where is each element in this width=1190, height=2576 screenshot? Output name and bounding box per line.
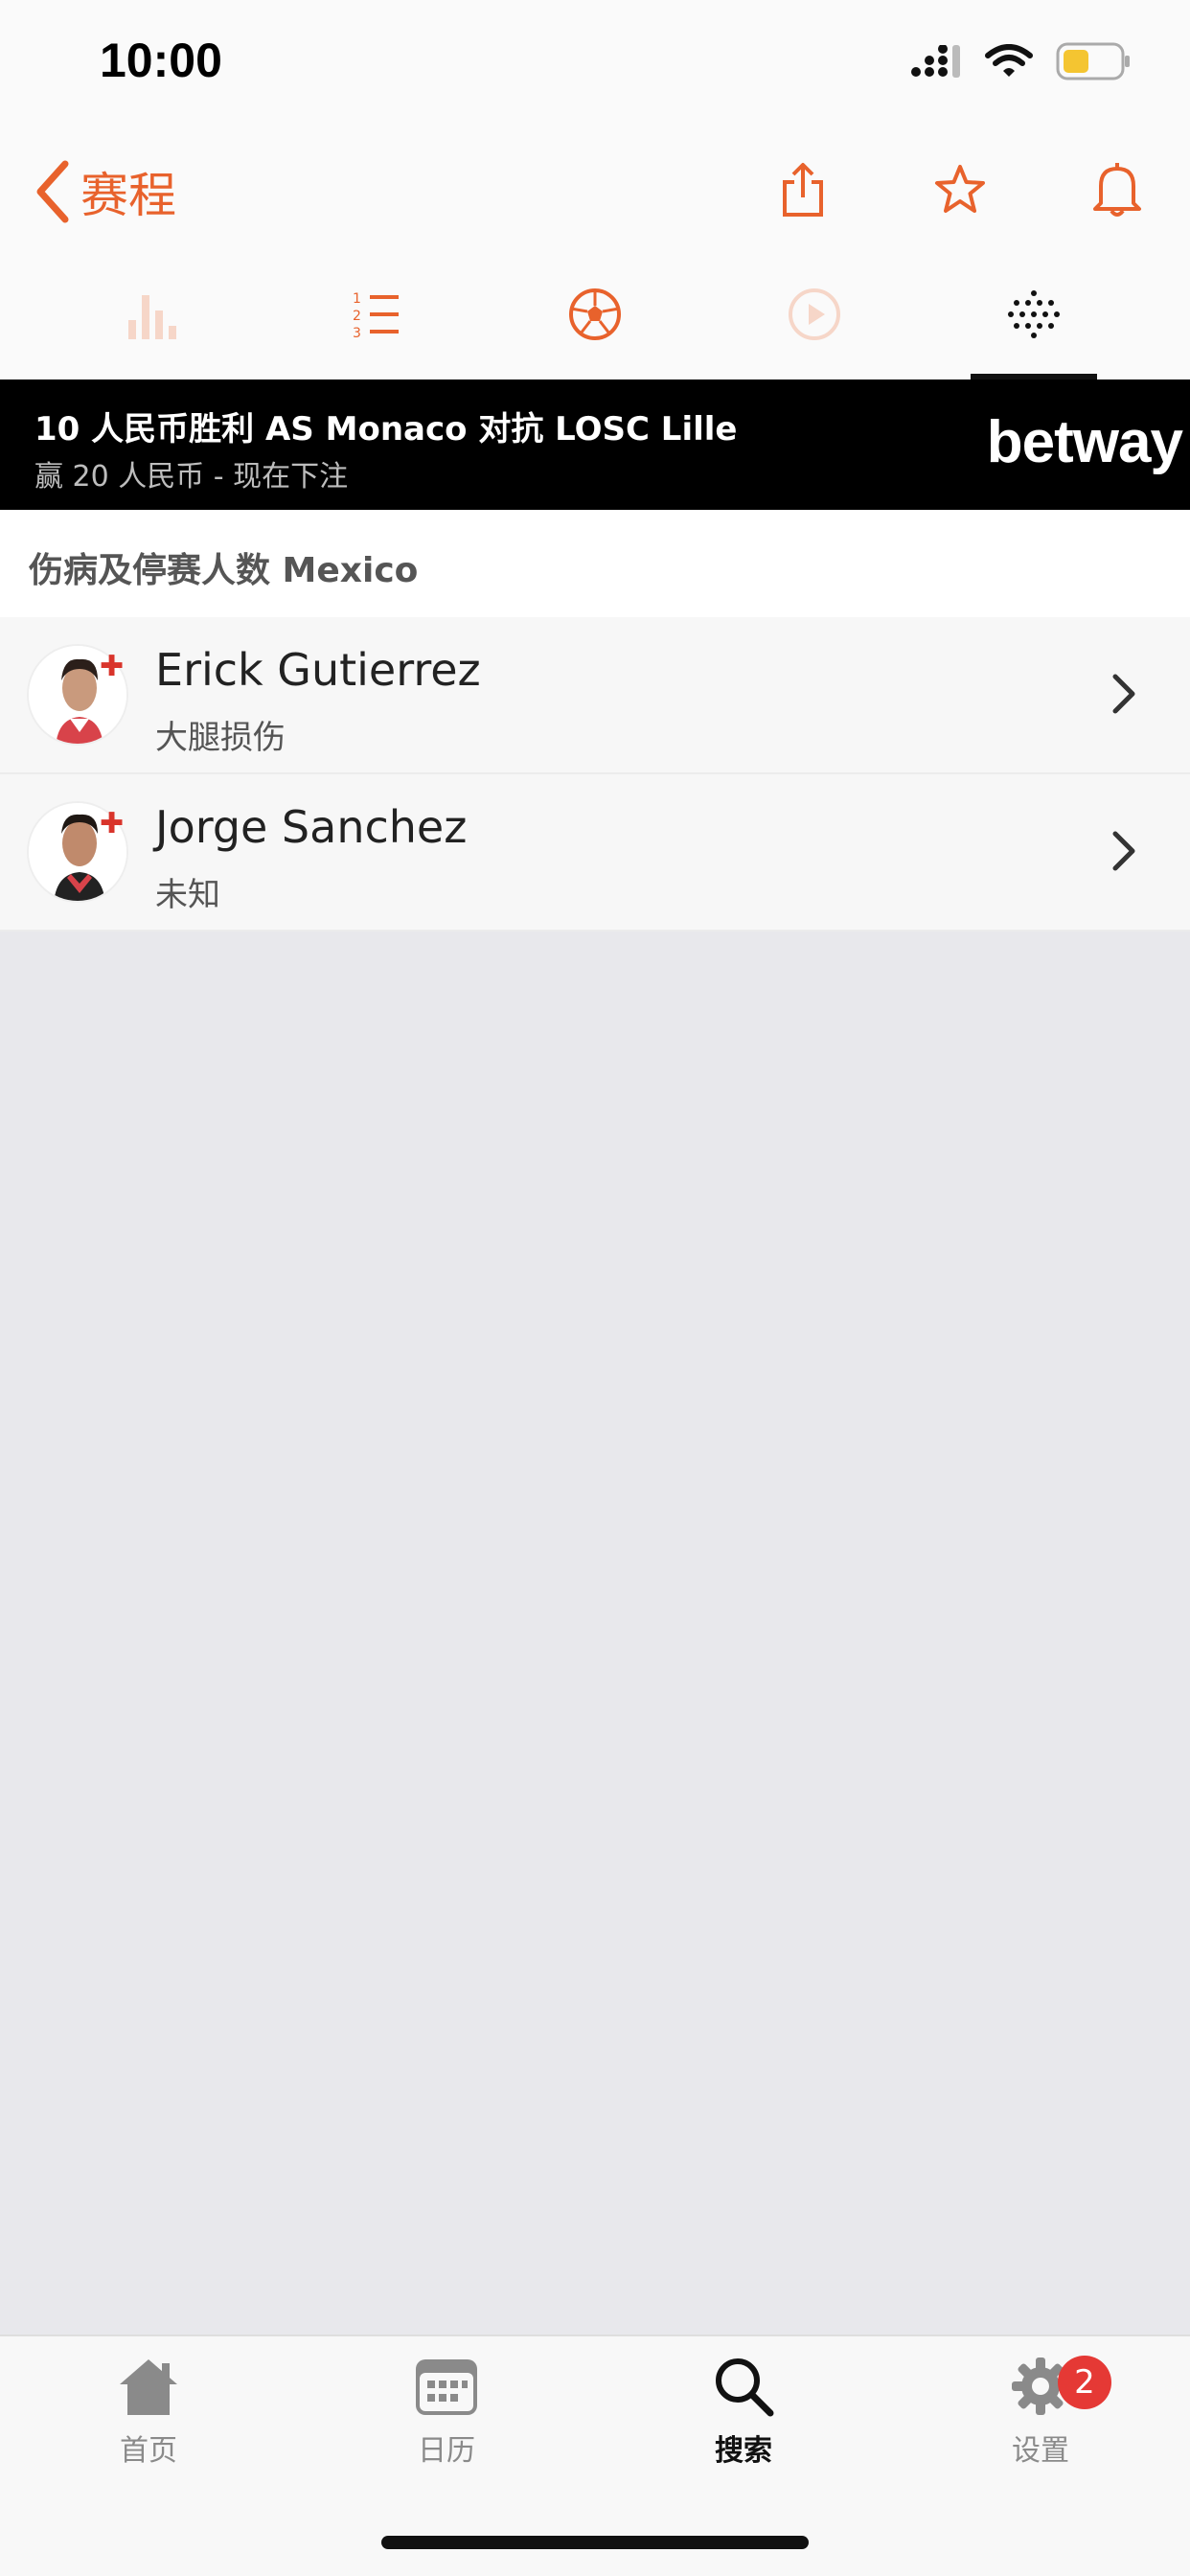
injuries-section-header: 伤病及停赛人数 Mexico <box>0 510 1190 617</box>
svg-text:2: 2 <box>353 309 361 324</box>
soccer-ball-icon <box>569 288 621 340</box>
svg-text:1: 1 <box>353 291 361 307</box>
svg-text:3: 3 <box>353 326 361 339</box>
favorite-button[interactable] <box>926 155 995 224</box>
tab-label: 设置 <box>1012 2434 1069 2468</box>
status-icons <box>910 42 1133 80</box>
injured-players-list: ✚ Erick Gutierrez 大腿损伤 ✚ Jorge Sanchez 未… <box>0 617 1190 932</box>
standings-list-icon: 1 2 3 <box>353 291 399 339</box>
battery-icon <box>1056 42 1130 80</box>
betway-logo: betway <box>986 409 1183 475</box>
list-item[interactable]: ✚ Jorge Sanchez 未知 <box>0 774 1190 932</box>
back-button[interactable]: 赛程 <box>33 157 176 226</box>
notifications-button[interactable] <box>1083 155 1152 224</box>
injury-status: 未知 <box>155 876 220 914</box>
tab-calendar[interactable]: 日历 <box>351 2356 542 2499</box>
ad-title: 10 人民币胜利 AS Monaco 对抗 LOSC Lille <box>34 410 738 448</box>
calendar-icon <box>416 2359 477 2415</box>
injury-cross-icon: ✚ <box>100 807 125 840</box>
share-button[interactable] <box>768 155 837 224</box>
cellular-signal-icon <box>911 45 960 78</box>
list-item[interactable]: ✚ Erick Gutierrez 大腿损伤 <box>0 617 1190 774</box>
navigation-bar: 赛程 <box>0 134 1190 249</box>
tab-standings[interactable]: 1 2 3 <box>266 249 487 380</box>
player-name: Jorge Sanchez <box>155 801 468 853</box>
tab-settings[interactable]: 2 设置 <box>945 2356 1136 2499</box>
nav-actions <box>768 155 1152 224</box>
tab-label: 搜索 <box>715 2434 772 2468</box>
tab-lineups[interactable] <box>924 249 1144 380</box>
home-indicator[interactable] <box>381 2536 809 2549</box>
tab-search[interactable]: 搜索 <box>648 2356 839 2499</box>
bell-icon <box>1093 163 1141 217</box>
stats-bar-chart-icon <box>128 295 176 339</box>
player-name: Erick Gutierrez <box>155 644 481 696</box>
home-icon <box>120 2359 177 2415</box>
section-title: 伤病及停赛人数 Mexico <box>29 551 419 590</box>
chevron-right-icon <box>1112 831 1135 871</box>
tab-home[interactable]: 首页 <box>53 2356 244 2499</box>
tab-label: 日历 <box>418 2434 475 2468</box>
chevron-right-icon <box>1112 674 1135 714</box>
ad-subtitle: 赢 20 人民币 - 现在下注 <box>34 460 349 494</box>
match-tab-bar: 1 2 3 <box>0 249 1190 380</box>
lineup-dots-icon <box>1008 290 1060 338</box>
injury-status: 大腿损伤 <box>155 719 286 757</box>
tab-stats[interactable] <box>45 249 265 380</box>
play-video-icon <box>789 288 840 340</box>
star-icon <box>935 165 985 213</box>
back-label: 赛程 <box>80 168 176 223</box>
search-icon <box>716 2358 774 2417</box>
tab-video[interactable] <box>704 249 925 380</box>
share-icon <box>783 163 823 217</box>
wifi-icon <box>985 44 1033 77</box>
tab-label: 首页 <box>120 2434 177 2468</box>
status-bar: 10:00 <box>0 0 1190 134</box>
betting-ad-banner[interactable]: 10 人民币胜利 AS Monaco 对抗 LOSC Lille 赢 20 人民… <box>0 380 1190 510</box>
injury-cross-icon: ✚ <box>100 650 125 683</box>
tab-match[interactable] <box>485 249 705 380</box>
status-time: 10:00 <box>100 34 222 87</box>
notification-badge: 2 <box>1058 2356 1111 2409</box>
chevron-left-icon <box>36 160 69 223</box>
